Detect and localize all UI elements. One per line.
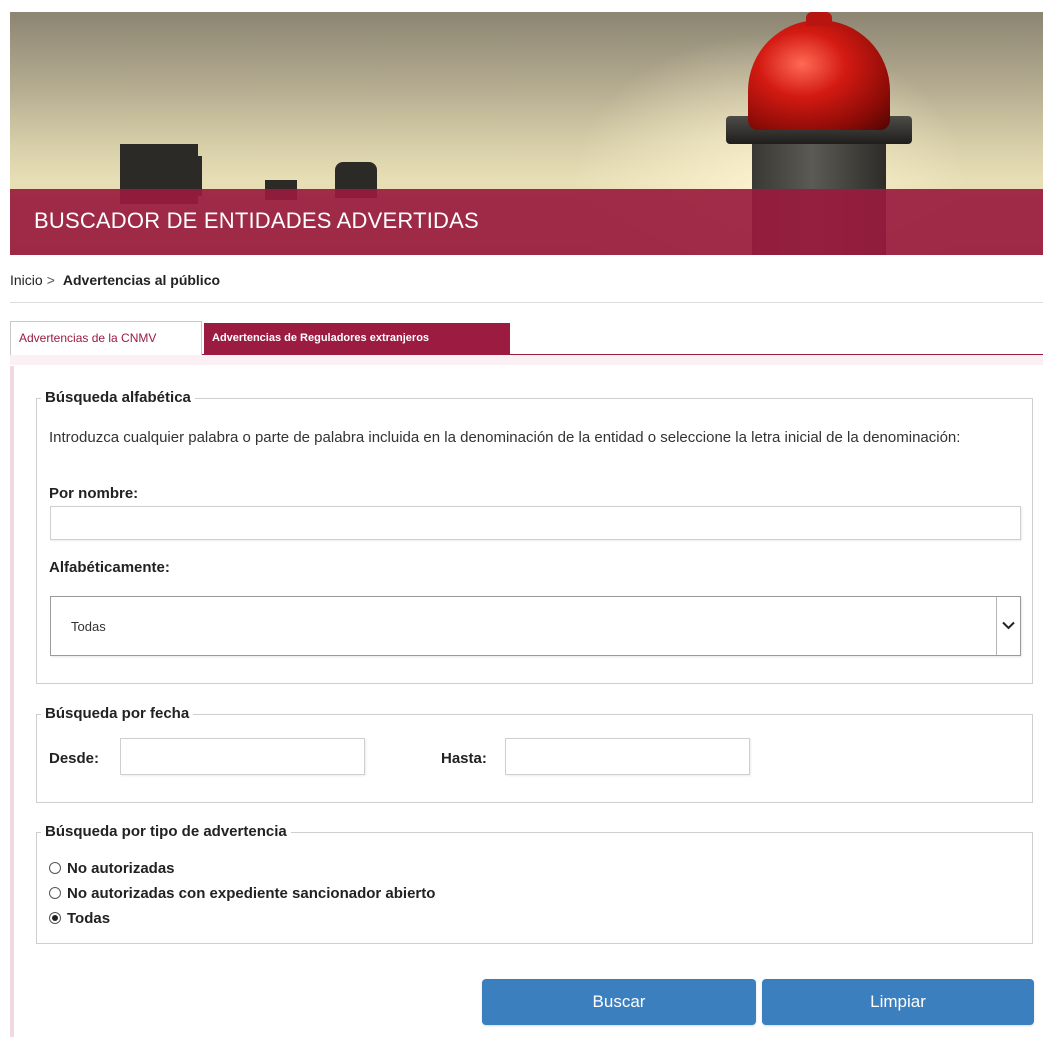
from-date-input[interactable] [120,738,365,775]
clear-button[interactable]: Limpiar [762,979,1034,1025]
alphabetic-select[interactable]: Todas [50,596,1021,656]
name-search-input[interactable] [50,506,1021,540]
radio-button[interactable] [49,887,61,899]
date-search-legend: Búsqueda por fecha [41,705,194,722]
to-date-label: Hasta: [441,750,487,767]
radio-option-all[interactable]: Todas [49,910,110,930]
breadcrumb: Inicio > Advertencias al público [10,272,220,288]
breadcrumb-separator: > [46,272,55,288]
panel-left-border [10,366,14,1037]
breadcrumb-divider [10,302,1043,303]
alphabetic-search-fieldset: Búsqueda alfabética Introduzca cualquier… [36,389,1033,684]
from-date-label: Desde: [49,750,100,767]
warning-type-fieldset: Búsqueda por tipo de advertencia No auto… [36,823,1033,944]
radio-label: No autorizadas [67,860,175,877]
radio-label: No autorizadas con expediente sancionado… [67,885,436,902]
page: BUSCADOR DE ENTIDADES ADVERTIDAS Inicio >… [0,0,1043,1037]
name-label: Por nombre: [49,485,139,502]
tab-cnmv-warnings[interactable]: Advertencias de la CNMV [10,321,202,355]
search-button[interactable]: Buscar [482,979,756,1025]
radio-button[interactable] [49,862,61,874]
alphabetic-select-value: Todas [71,619,106,634]
radio-button-selected[interactable] [49,912,61,924]
panel-top-band [10,355,1043,365]
radio-option-not-authorized-sanction[interactable]: No autorizadas con expediente sancionado… [49,885,435,905]
radio-option-not-authorized[interactable]: No autorizadas [49,860,175,880]
breadcrumb-home-link[interactable]: Inicio [10,272,43,288]
warning-type-legend: Búsqueda por tipo de advertencia [41,823,291,840]
radio-label: Todas [67,910,111,927]
tab-foreign-regulators-warnings[interactable]: Advertencias de Reguladores extranjeros [204,323,510,354]
page-title: BUSCADOR DE ENTIDADES ADVERTIDAS [34,208,479,233]
to-date-input[interactable] [505,738,750,775]
banner-siren-top [806,12,832,26]
chevron-down-icon[interactable] [996,597,1020,655]
breadcrumb-current: Advertencias al público [62,272,221,288]
alphabetic-search-legend: Búsqueda alfabética [41,389,195,406]
date-search-fieldset: Búsqueda por fecha Desde: Hasta: [36,705,1033,803]
alphabetic-label: Alfabéticamente: [49,559,170,576]
alphabetic-search-description: Introduzca cualquier palabra o parte de … [49,429,961,446]
header-banner: BUSCADOR DE ENTIDADES ADVERTIDAS [10,12,1043,255]
